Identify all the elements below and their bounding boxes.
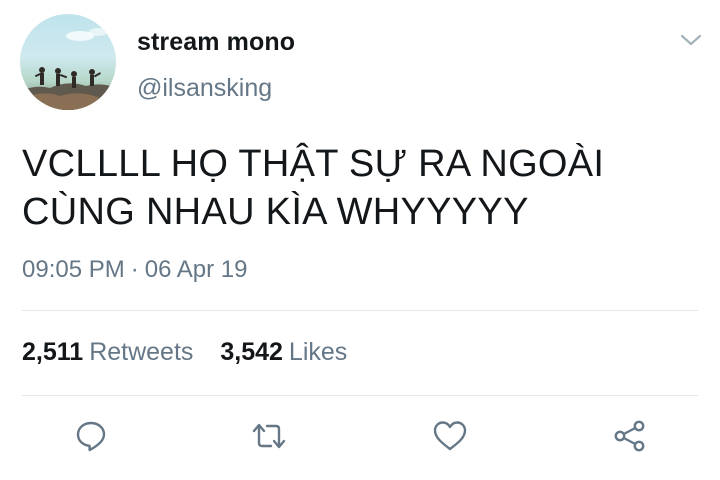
avatar[interactable] xyxy=(20,14,116,110)
likes-label: Likes xyxy=(288,338,348,366)
retweet-button[interactable] xyxy=(251,418,287,454)
tweet-text-line: CÙNG NHAU KÌA WHYYYYY xyxy=(22,191,529,233)
tweet-stats: 2,511 Retweets 3,542 Likes xyxy=(22,338,347,367)
tweet-menu-button[interactable] xyxy=(676,28,706,52)
like-button[interactable] xyxy=(432,418,468,454)
likes-stat[interactable]: 3,542 Likes xyxy=(220,338,347,367)
tweet-timestamp: 09:05 PM · 06 Apr 19 xyxy=(22,256,247,284)
tweet-text-line: VCLLLL HỌ THẬT SỰ RA NGOÀI xyxy=(22,143,605,185)
retweets-stat[interactable]: 2,511 Retweets xyxy=(22,338,193,367)
tweet-text: VCLLLL HỌ THẬT SỰ RA NGOÀI CÙNG NHAU KÌA… xyxy=(22,140,702,236)
reply-icon xyxy=(76,421,106,452)
tweet-detail-view: stream mono @ilsansking VCLLLL HỌ THẬT S… xyxy=(0,0,720,480)
avatar-photo-icon xyxy=(20,28,116,110)
heart-icon xyxy=(433,421,467,451)
user-handle[interactable]: @ilsansking xyxy=(137,74,272,103)
tweet-date: 06 Apr 19 xyxy=(144,256,248,283)
divider xyxy=(22,310,698,311)
chevron-down-icon xyxy=(680,34,702,46)
share-button[interactable] xyxy=(612,418,648,454)
share-icon xyxy=(614,420,645,452)
tweet-time: 09:05 PM xyxy=(22,256,125,283)
retweet-icon xyxy=(252,423,286,449)
display-name[interactable]: stream mono xyxy=(137,28,295,57)
reply-button[interactable] xyxy=(73,418,109,454)
divider xyxy=(22,395,698,396)
retweets-label: Retweets xyxy=(89,338,194,366)
timestamp-separator: · xyxy=(130,256,139,283)
likes-count: 3,542 xyxy=(220,338,283,366)
retweets-count: 2,511 xyxy=(22,338,84,366)
